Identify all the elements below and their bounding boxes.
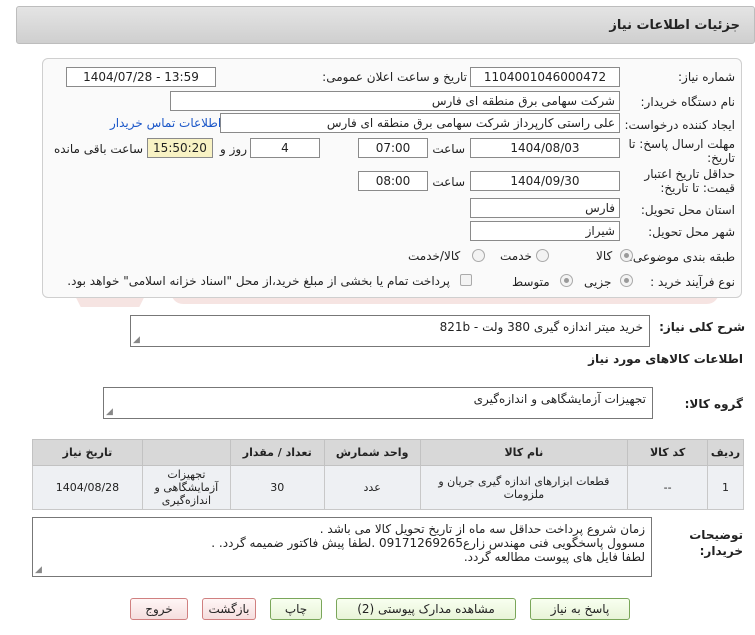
attachments-button[interactable]: مشاهده مدارک پیوستی (2) [336,598,516,620]
buyer-org-field: شرکت سهامی برق منطقه ای فارس [170,91,620,111]
validity-time-label: ساعت [432,175,465,189]
summary-textarea: خرید میتر اندازه گیری 380 ولت - 821b ◢ [130,315,650,347]
col-row: ردیف [707,439,744,466]
col-group [141,439,231,466]
col-qty: تعداد / مقدار [229,439,325,466]
creator-field: علی راستی کارپرداز شرکت سهامی برق منطقه … [220,113,620,133]
resize-grip-icon[interactable]: ◢ [35,566,42,575]
cell-group-line: اندازه‌گیری [161,494,212,507]
cell-code: -- [627,465,709,510]
buyer-org-label: نام دستگاه خریدار: [640,95,736,109]
category-goods-radio[interactable] [620,249,633,262]
page-header: جزئیات اطلاعات نیاز [16,6,755,44]
process-medium-label: متوسط [512,275,550,289]
cell-group: تجهیزات آزمایشگاهی و اندازه‌گیری [141,465,231,510]
process-minor-label: جزیی [584,275,612,289]
deadline-label: مهلت ارسال پاسخ: تا [628,137,735,151]
notes-label: توضیحات [689,528,743,542]
cell-qty: 30 [229,465,325,510]
back-button[interactable]: بازگشت [202,598,256,620]
notes-line: مسوول پاسخگویی فنی مهندس زارع09171269265… [211,536,645,550]
cell-group-line: آزمایشگاهی و [154,481,219,494]
province-field: فارس [470,198,620,218]
resize-grip-icon[interactable]: ◢ [133,336,140,345]
goods-group-textarea: تجهیزات آزمایشگاهی و اندازه‌گیری ◢ [103,387,653,419]
treasury-payment-label: پرداخت تمام یا بخشی از مبلغ خرید،از محل … [67,274,450,288]
treasury-payment-checkbox[interactable] [460,274,472,286]
buyer-contact-link[interactable]: اطلاعات تماس خریدار [110,116,221,130]
page-title: جزئیات اطلاعات نیاز [609,18,740,33]
process-label: نوع فرآیند خرید : [650,275,735,289]
category-service-radio[interactable] [536,249,549,262]
items-table: ردیف کد کالا نام کالا واحد شمارش تعداد /… [32,439,744,510]
days-remaining-field: 4 [250,138,320,158]
resize-grip-icon[interactable]: ◢ [106,408,113,417]
cell-name: قطعات ابزارهای اندازه گیری جریان و ملزوم… [419,465,629,510]
days-label: روز و [220,142,247,156]
category-goods-label: کالا [596,249,613,263]
goods-info-heading: اطلاعات کالاهای مورد نیاز [588,352,743,366]
province-label: استان محل تحویل: [640,203,735,217]
announce-label: تاریخ و ساعت اعلان عمومی: [322,70,467,84]
deadline-time-label: ساعت [432,142,465,156]
exit-button[interactable]: خروج [130,598,188,620]
need-number-label: شماره نیاز: [678,70,735,84]
remaining-time-field: 15:50:20 [147,138,213,158]
city-field: شیراز [470,221,620,241]
col-code: کد کالا [627,439,709,466]
summary-label: شرح کلی نیاز: [659,320,745,334]
category-goods-service-radio[interactable] [472,249,485,262]
deadline-date-field: 1404/08/03 [470,138,620,158]
announce-field: 1404/07/28 - 13:59 [66,67,216,87]
notes-textarea: زمان شروع پرداخت حداقل سه ماه از تاریخ ت… [32,517,652,577]
notes-label-2: خریدار: [699,544,743,558]
col-unit: واحد شمارش [323,439,421,466]
deadline-time-field: 07:00 [358,138,428,158]
table-header-row: ردیف کد کالا نام کالا واحد شمارش تعداد /… [32,439,744,466]
validity-date-field: 1404/09/30 [470,171,620,191]
table-row[interactable]: 1 -- قطعات ابزارهای اندازه گیری جریان و … [32,465,744,510]
notes-line: لطفا فایل های پیوست مطالعه گردد. [463,550,645,564]
col-name: نام کالا [419,439,629,466]
summary-text: خرید میتر اندازه گیری 380 ولت - 821b [439,320,643,334]
creator-label: ایجاد کننده درخواست: [624,118,735,132]
col-need-date: تاریخ نیاز [32,439,143,466]
category-goods-service-label: کالا/خدمت [408,249,461,263]
cell-need-date: 1404/08/28 [32,465,143,510]
deadline-label-2: تاریخ: [707,151,735,165]
category-label: طبقه بندی موضوعی: [628,250,735,264]
process-medium-radio[interactable] [560,274,573,287]
remaining-time-label: ساعت باقی مانده [53,142,143,156]
cell-unit: عدد [323,465,421,510]
cell-group-line: تجهیزات [167,468,206,481]
goods-group-label: گروه کالا: [684,397,743,411]
process-minor-radio[interactable] [620,274,633,287]
min-validity-label: حداقل تاریخ اعتبار [644,167,735,181]
notes-line: زمان شروع پرداخت حداقل سه ماه از تاریخ ت… [319,522,645,536]
print-button[interactable]: چاپ [270,598,322,620]
need-number-field: 1104001046000472 [470,67,620,87]
city-label: شهر محل تحویل: [648,225,735,239]
reply-button[interactable]: پاسخ به نیاز [530,598,630,620]
cell-row: 1 [707,465,744,510]
min-validity-label-2: قیمت: تا تاریخ: [660,181,735,195]
goods-group-text: تجهیزات آزمایشگاهی و اندازه‌گیری [473,392,646,406]
validity-time-field: 08:00 [358,171,428,191]
category-service-label: خدمت [500,249,532,263]
